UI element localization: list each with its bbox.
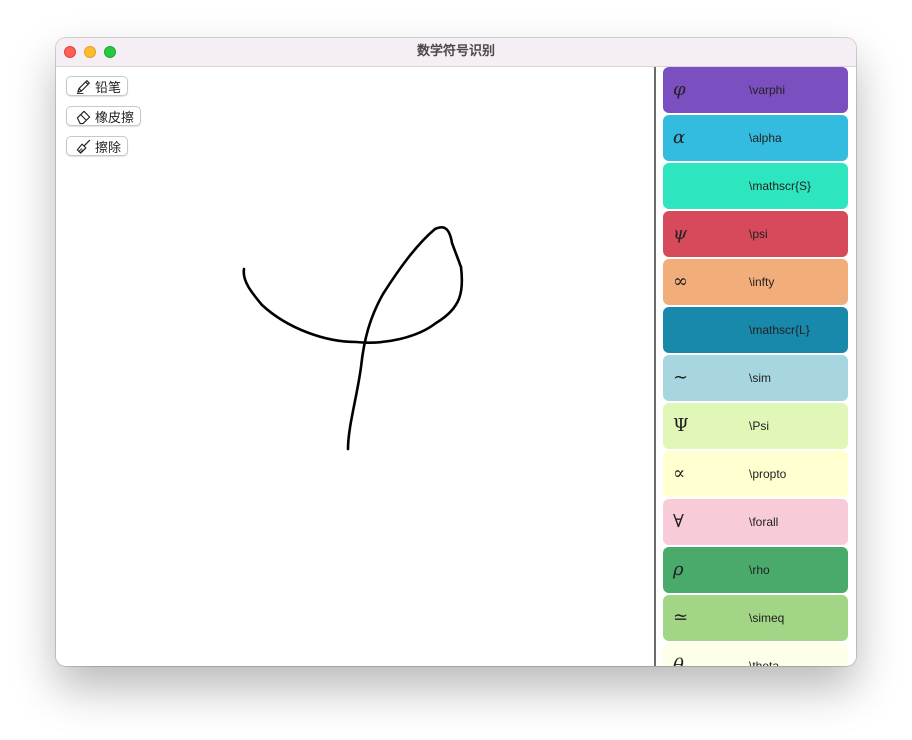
clear-button[interactable]: 擦除 — [66, 136, 129, 156]
result-item[interactable]: α \alpha — [663, 115, 848, 161]
result-latex: \propto — [749, 467, 787, 481]
result-symbol: ≃ — [673, 607, 689, 628]
result-symbol: θ — [673, 655, 684, 666]
eraser-button[interactable]: 橡皮擦 — [66, 106, 142, 126]
result-item[interactable]: ψ \psi — [663, 211, 848, 257]
result-latex: \psi — [749, 227, 768, 241]
result-item[interactable]: θ \theta — [663, 643, 848, 666]
result-symbol: ∞ — [673, 271, 688, 292]
result-symbol: ∼ — [673, 367, 689, 388]
result-symbol: ∝ — [673, 463, 686, 484]
eraser-button-label: 橡皮擦 — [95, 110, 135, 126]
result-symbol: ρ — [673, 559, 684, 580]
result-symbol: φ — [673, 79, 686, 100]
result-latex: \rho — [749, 563, 770, 577]
title-bar: 数学符号识别 — [56, 38, 856, 67]
result-item[interactable]: ≃ \simeq — [663, 595, 848, 641]
result-latex: \infty — [749, 275, 775, 289]
result-latex: \mathscr{L} — [749, 323, 810, 337]
drawing-canvas[interactable]: 铅笔 橡皮擦 擦除 — [56, 67, 654, 666]
handwritten-stroke — [242, 226, 464, 451]
result-item[interactable]: ∼ \sim — [663, 355, 848, 401]
pencil-button[interactable]: 铅笔 — [66, 76, 129, 96]
result-item[interactable]: ∀ \forall — [663, 499, 848, 545]
result-item[interactable]: ρ \rho — [663, 547, 848, 593]
result-item[interactable]: ∞ \infty — [663, 259, 848, 305]
result-latex: \forall — [749, 515, 779, 529]
app-window: 数学符号识别 铅笔 橡皮擦 擦除 φ \varphi α \alpha \mat… — [56, 38, 856, 666]
result-symbol: α — [673, 127, 686, 148]
result-latex: \theta — [749, 659, 780, 666]
pencil-icon — [76, 79, 90, 94]
eraser-icon — [76, 110, 91, 124]
clear-button-label: 擦除 — [95, 140, 122, 156]
result-item[interactable]: \mathscr{S} — [663, 163, 848, 209]
result-latex: \sim — [749, 371, 771, 385]
result-symbol: ∀ — [673, 511, 684, 532]
window-title: 数学符号识别 — [416, 44, 495, 59]
result-symbol: ψ — [673, 223, 688, 244]
result-item[interactable]: Ψ \Psi — [663, 403, 848, 449]
result-item[interactable]: \mathscr{L} — [663, 307, 848, 353]
broom-icon — [76, 139, 91, 154]
result-item[interactable]: φ \varphi — [663, 67, 848, 113]
result-symbol: Ψ — [673, 415, 689, 436]
result-latex: \simeq — [749, 611, 785, 625]
result-latex: \Psi — [749, 419, 770, 433]
result-latex: \mathscr{S} — [749, 179, 812, 193]
results-list[interactable]: φ \varphi α \alpha \mathscr{S} ψ \psi ∞ \infty \m… — [656, 67, 856, 666]
pencil-button-label: 铅笔 — [95, 80, 122, 96]
result-item[interactable]: ∝ \propto — [663, 451, 848, 497]
result-latex: \varphi — [749, 83, 786, 97]
result-latex: \alpha — [749, 131, 782, 145]
